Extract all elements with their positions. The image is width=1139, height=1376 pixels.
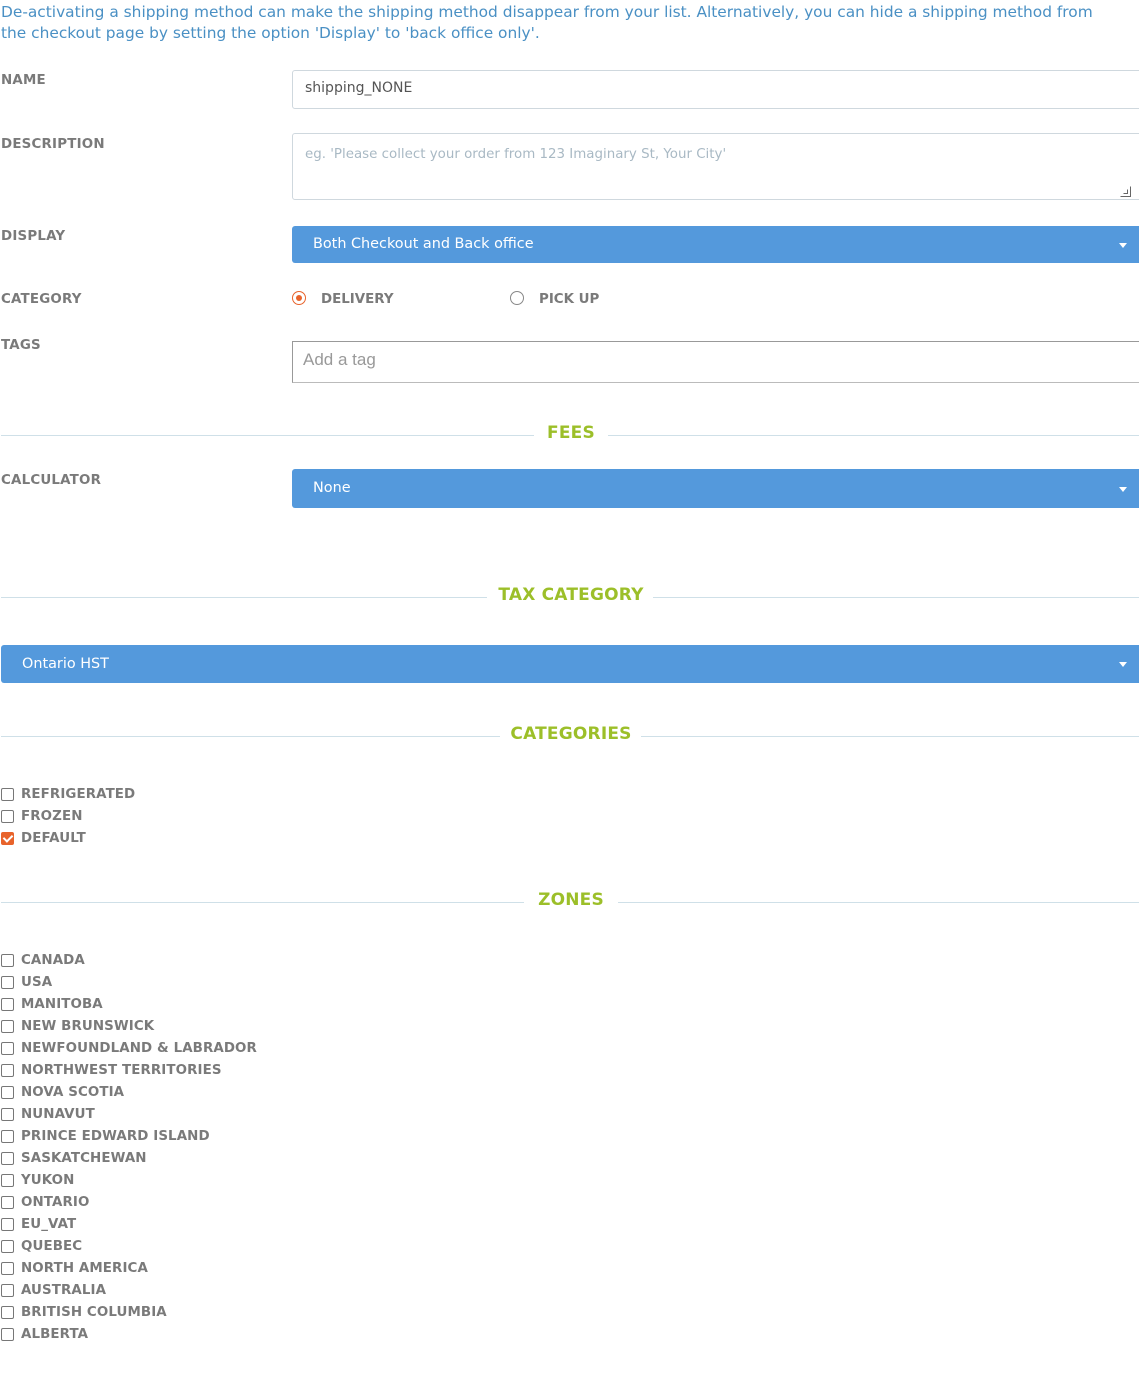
checkbox-icon[interactable] xyxy=(1,810,14,823)
caret-down-icon xyxy=(1119,662,1127,667)
checkbox-icon[interactable] xyxy=(1,1174,14,1187)
category-label: CATEGORY xyxy=(1,292,82,307)
zone-item-label[interactable]: PRINCE EDWARD ISLAND xyxy=(21,1129,210,1144)
zone-item-label[interactable]: CANADA xyxy=(21,953,85,968)
fees-title: FEES xyxy=(547,423,595,443)
checkbox-icon[interactable] xyxy=(1,1306,14,1319)
radio-pick-up-label[interactable]: PICK UP xyxy=(539,292,599,307)
zone-item-label[interactable]: ONTARIO xyxy=(21,1195,89,1210)
zone-item-label[interactable]: NOVA SCOTIA xyxy=(21,1085,124,1100)
radio-delivery[interactable] xyxy=(292,291,306,305)
checkbox-icon[interactable] xyxy=(1,1196,14,1209)
zone-item-label[interactable]: NUNAVUT xyxy=(21,1107,95,1122)
zone-item-label[interactable]: SASKATCHEWAN xyxy=(21,1151,147,1166)
description-label: DESCRIPTION xyxy=(1,137,105,152)
info-text: De-activating a shipping method can make… xyxy=(1,3,1093,42)
checkbox-icon[interactable] xyxy=(1,1130,14,1143)
tax-category-section-header: TAX CATEGORY xyxy=(1,585,1139,605)
calculator-select-value: None xyxy=(313,480,351,496)
categories-section-header: CATEGORIES xyxy=(1,724,1139,744)
checkbox-icon[interactable] xyxy=(1,1328,14,1341)
tax-category-select[interactable]: Ontario HST xyxy=(1,645,1139,683)
zone-item-label[interactable]: QUEBEC xyxy=(21,1239,82,1254)
zone-item-label[interactable]: ALBERTA xyxy=(21,1327,88,1342)
checkbox-icon[interactable] xyxy=(1,1218,14,1231)
description-textarea[interactable]: eg. 'Please collect your order from 123 … xyxy=(292,133,1139,200)
categories-title: CATEGORIES xyxy=(510,724,632,744)
tags-placeholder: Add a tag xyxy=(303,350,376,369)
checkbox-icon[interactable] xyxy=(1,976,14,989)
zone-item-label[interactable]: NORTH AMERICA xyxy=(21,1261,148,1276)
display-select-value: Both Checkout and Back office xyxy=(313,236,534,252)
checkbox-icon[interactable] xyxy=(1,998,14,1011)
zone-item-label[interactable]: AUSTRALIA xyxy=(21,1283,106,1298)
caret-down-icon xyxy=(1119,486,1127,492)
zone-item-label[interactable]: NEWFOUNDLAND & LABRADOR xyxy=(21,1041,257,1056)
checkbox-icon[interactable] xyxy=(1,1020,14,1033)
radio-delivery-label[interactable]: DELIVERY xyxy=(321,292,394,307)
zone-item-label[interactable]: BRITISH COLUMBIA xyxy=(21,1305,167,1320)
checkbox-icon[interactable] xyxy=(1,954,14,967)
tax-category-select-value: Ontario HST xyxy=(22,656,109,672)
name-label: NAME xyxy=(1,73,46,88)
fees-section-header: FEES xyxy=(1,423,1139,443)
display-label: DISPLAY xyxy=(1,229,66,244)
checkbox-icon[interactable] xyxy=(1,1042,14,1055)
checkbox-icon[interactable] xyxy=(1,1240,14,1253)
zones-section-header: ZONES xyxy=(1,890,1139,910)
zone-item-label[interactable]: YUKON xyxy=(21,1173,74,1188)
checkbox-icon[interactable] xyxy=(1,1086,14,1099)
calculator-select[interactable]: None xyxy=(292,469,1139,508)
caret-down-icon xyxy=(1119,242,1127,248)
category-item-label[interactable]: FROZEN xyxy=(21,809,83,824)
checkbox-icon[interactable] xyxy=(1,1064,14,1077)
zone-item-label[interactable]: EU_VAT xyxy=(21,1217,76,1232)
zone-item-label[interactable]: USA xyxy=(21,975,52,990)
description-placeholder: eg. 'Please collect your order from 123 … xyxy=(305,147,727,162)
tax-category-title: TAX CATEGORY xyxy=(498,585,644,605)
zone-item-label[interactable]: NEW BRUNSWICK xyxy=(21,1019,154,1034)
category-item-label[interactable]: REFRIGERATED xyxy=(21,787,135,802)
checkbox-icon[interactable] xyxy=(1,1284,14,1297)
tags-label: TAGS xyxy=(1,338,41,353)
radio-pick-up[interactable] xyxy=(510,291,524,305)
zones-title: ZONES xyxy=(538,890,604,910)
checkbox-icon[interactable] xyxy=(1,1262,14,1275)
zone-item-label[interactable]: MANITOBA xyxy=(21,997,103,1012)
checkbox-checked-icon[interactable] xyxy=(1,832,14,845)
tags-input[interactable]: Add a tag xyxy=(292,341,1139,383)
display-select[interactable]: Both Checkout and Back office xyxy=(292,226,1139,263)
resize-handle-icon[interactable] xyxy=(1120,186,1131,197)
checkbox-icon[interactable] xyxy=(1,1108,14,1121)
checkbox-icon[interactable] xyxy=(1,788,14,801)
calculator-label: CALCULATOR xyxy=(1,473,102,488)
name-input[interactable]: shipping_NONE xyxy=(292,70,1139,109)
checkbox-icon[interactable] xyxy=(1,1152,14,1165)
category-item-label[interactable]: DEFAULT xyxy=(21,831,86,846)
zone-item-label[interactable]: NORTHWEST TERRITORIES xyxy=(21,1063,222,1078)
